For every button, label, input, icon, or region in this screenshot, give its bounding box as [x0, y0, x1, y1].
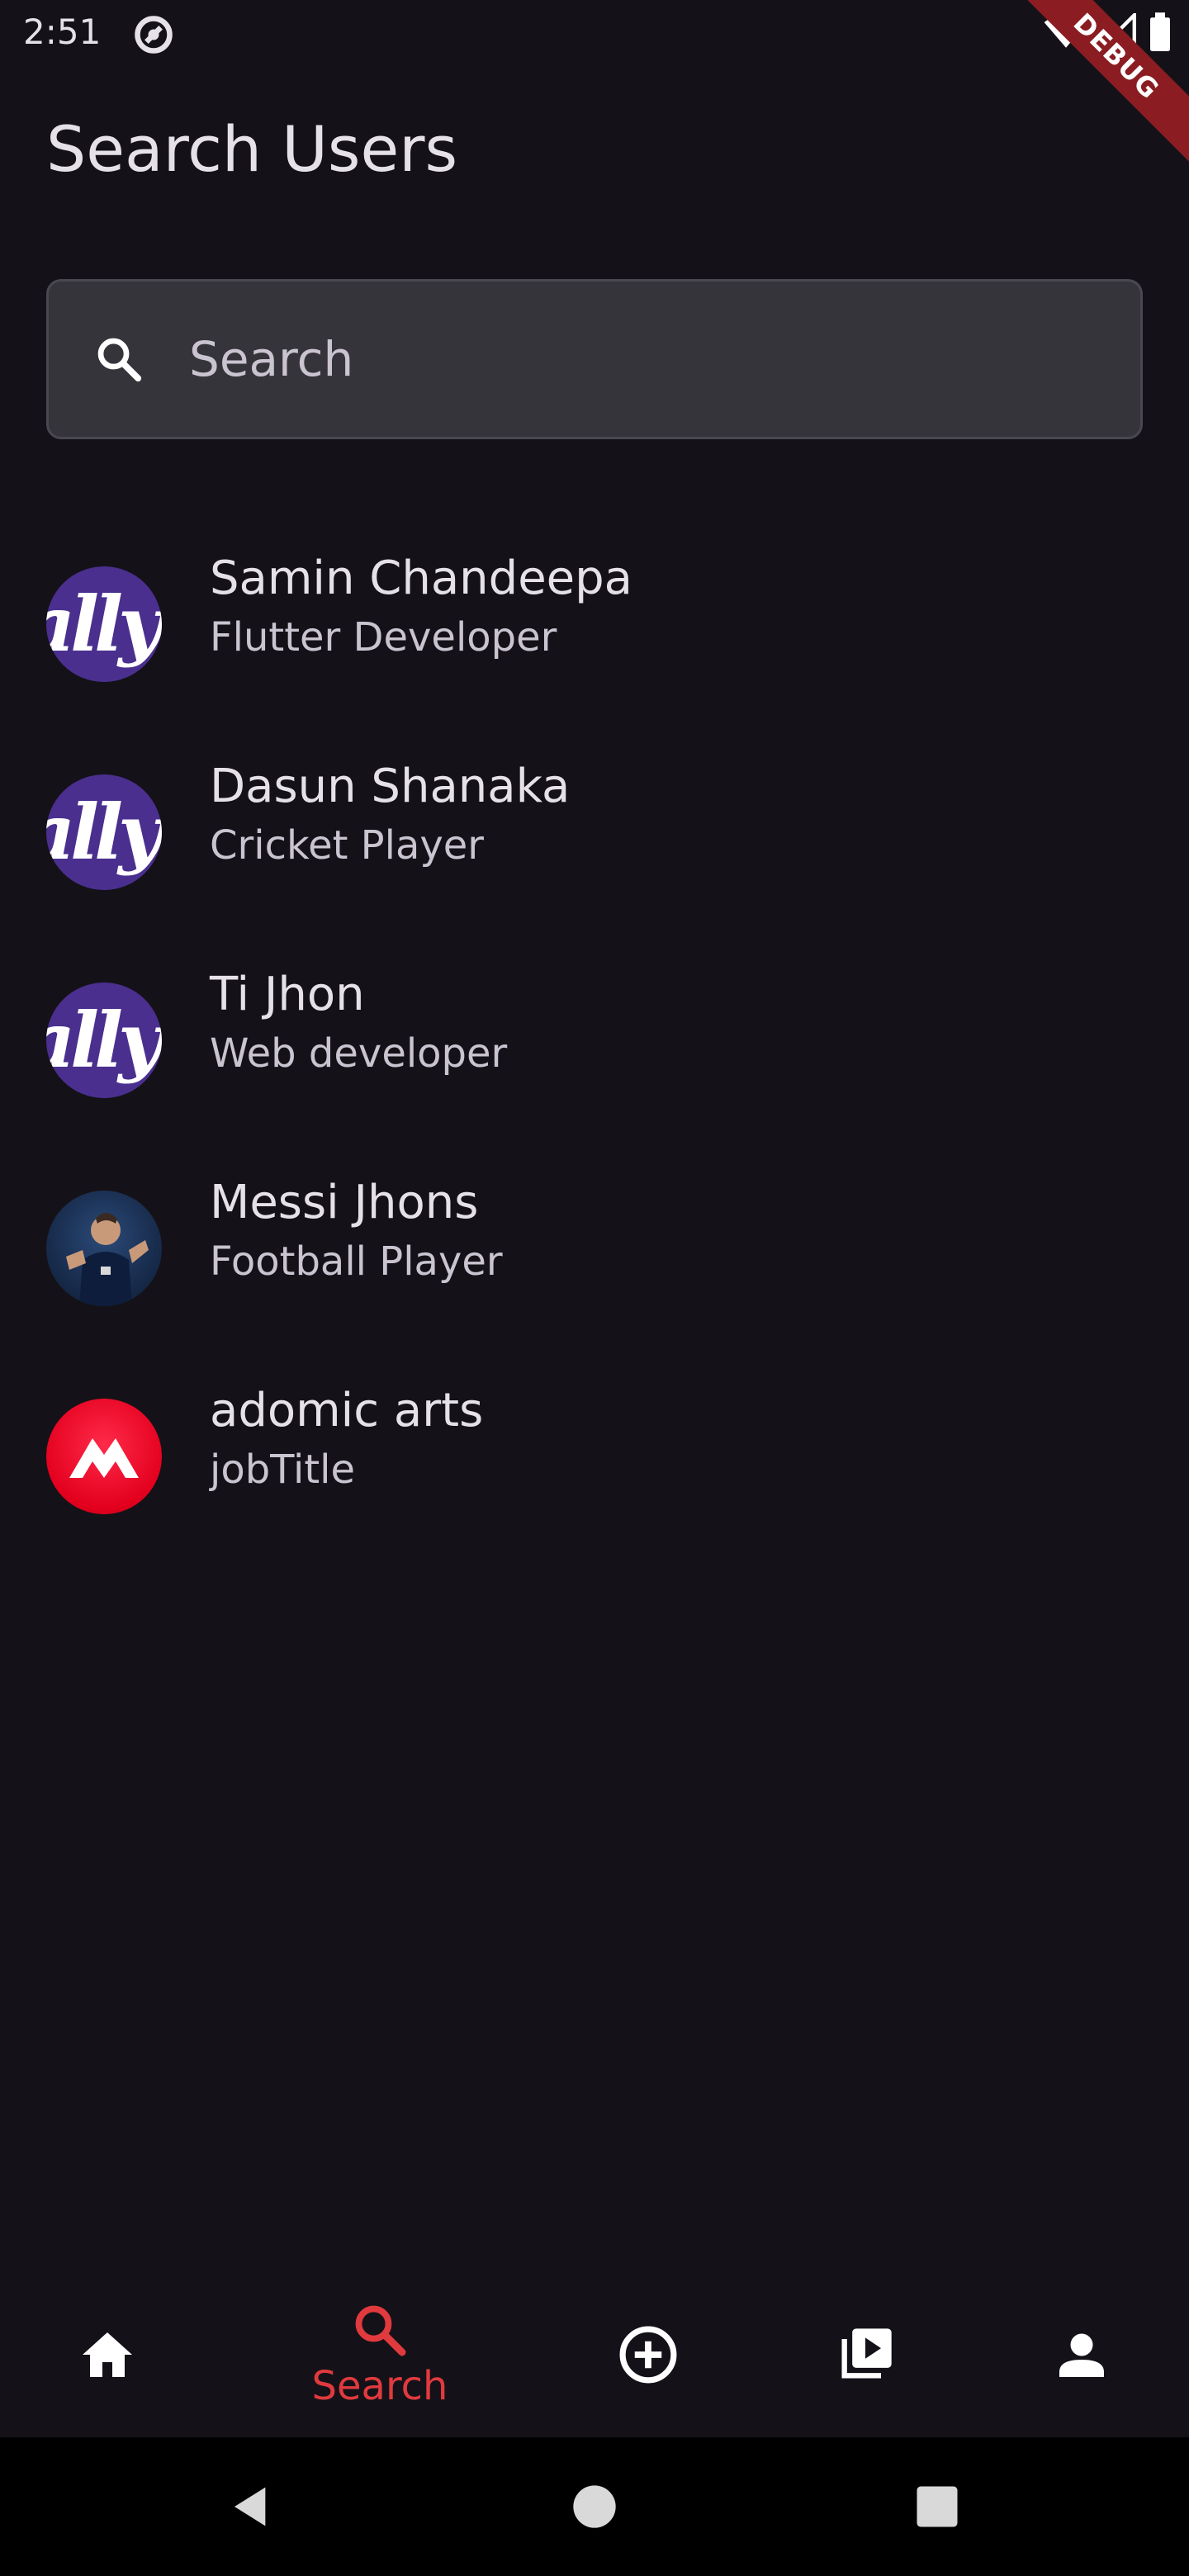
- search-input[interactable]: [189, 282, 1140, 437]
- football-player-image: [66, 1213, 149, 1306]
- battery-icon: [1150, 12, 1170, 51]
- app-notification-icon: [135, 16, 173, 54]
- home-icon: [83, 2332, 132, 2377]
- user-name: adomic arts: [210, 1384, 484, 1437]
- user-list-item[interactable]: adomic arts jobTitle: [0, 1352, 1189, 1560]
- back-triangle-icon: [234, 2487, 266, 2526]
- user-info: Dasun Shanaka Cricket Player: [210, 755, 570, 872]
- avatar-logo-text: ally: [46, 996, 162, 1085]
- avatar: ally: [46, 774, 162, 890]
- user-name: Messi Jhons: [210, 1176, 479, 1229]
- system-home-button[interactable]: [549, 2437, 640, 2576]
- add-circle-icon: [619, 2326, 677, 2384]
- user-list-item[interactable]: Messi Jhons Football Player: [0, 1144, 1189, 1352]
- user-info: Ti Jhon Web developer: [210, 963, 507, 1080]
- user-list-item[interactable]: ally Ti Jhon Web developer: [0, 936, 1189, 1144]
- user-info: Samin Chandeepa Flutter Developer: [210, 547, 632, 664]
- avatar-logo-text: ally: [46, 788, 162, 877]
- home-circle-icon: [573, 2485, 616, 2528]
- avatar: ally: [46, 983, 162, 1098]
- user-info: adomic arts jobTitle: [210, 1379, 483, 1496]
- avatar-photo: [46, 1191, 162, 1306]
- recents-square-icon: [917, 2486, 958, 2527]
- search-field[interactable]: [46, 279, 1143, 439]
- avatar-logo: [46, 1399, 162, 1514]
- user-job-title: Web developer: [210, 1030, 508, 1077]
- user-job-title: Flutter Developer: [210, 614, 557, 661]
- search-icon: [97, 338, 142, 382]
- search-icon: [355, 2305, 406, 2356]
- user-name: Ti Jhon: [210, 968, 365, 1021]
- search-users-screen: 2:51 DEBUG Search Users Search lly Samin…: [0, 0, 1189, 2576]
- nav-item-home[interactable]: [50, 2272, 165, 2437]
- user-list: ally Samin Chandeepa Flutter Developer a…: [0, 520, 1189, 1560]
- mountain-logo-icon: [69, 1438, 139, 1478]
- user-list-item[interactable]: ally Samin Chandeepa Flutter Developer: [0, 520, 1189, 728]
- nav-item-search[interactable]: Search: [281, 2272, 479, 2437]
- page-title: Search Users: [46, 112, 458, 186]
- user-name: Samin Chandeepa: [210, 552, 632, 605]
- nav-label-search: Search: [311, 2363, 448, 2409]
- system-recents-button[interactable]: [892, 2437, 983, 2576]
- user-info: Messi Jhons Football Player: [210, 1171, 503, 1288]
- avatar-logo-text: ally: [46, 580, 162, 669]
- system-navigation-bar: [0, 2437, 1189, 2576]
- user-name: Dasun Shanaka: [210, 760, 571, 813]
- person-icon: [1059, 2333, 1104, 2377]
- status-time: 2:51: [23, 12, 102, 52]
- nav-item-videos[interactable]: [808, 2272, 923, 2437]
- bottom-navigation: Search: [0, 2272, 1189, 2437]
- user-job-title: Cricket Player: [210, 822, 485, 869]
- video-library-icon: [841, 2328, 892, 2379]
- status-bar: 2:51: [0, 0, 1189, 69]
- user-list-item[interactable]: ally Dasun Shanaka Cricket Player: [0, 728, 1189, 936]
- user-job-title: Football Player: [210, 1238, 503, 1285]
- avatar: ally: [46, 566, 162, 682]
- system-back-button[interactable]: [206, 2437, 297, 2576]
- nav-item-profile[interactable]: [1024, 2272, 1139, 2437]
- nav-item-add[interactable]: [590, 2272, 706, 2437]
- user-job-title: jobTitle: [210, 1447, 356, 1493]
